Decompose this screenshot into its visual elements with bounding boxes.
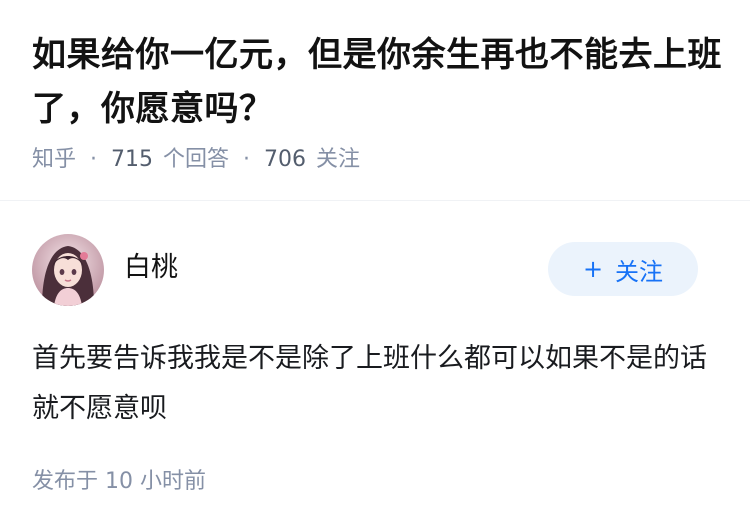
zhihu-question-page: 如果给你一亿元，但是你余生再也不能去上班了，你愿意吗？ 知乎 · 715 个回答… (0, 0, 750, 532)
answer-publish-time: 发布于 10 小时前 (32, 469, 206, 494)
answer-count-label[interactable]: 个回答 (163, 142, 229, 178)
separator-dot: · (243, 147, 251, 172)
answer-author-row: 白桃 + 关注 (32, 234, 718, 306)
plus-icon: + (582, 255, 604, 283)
follow-button-label: 关注 (615, 257, 664, 286)
question-title[interactable]: 如果给你一亿元，但是你余生再也不能去上班了，你愿意吗？ (32, 28, 722, 136)
author-name[interactable]: 白桃 (124, 248, 178, 288)
answer-count: 715 (111, 147, 154, 172)
avatar-illustration-icon (32, 234, 104, 306)
source-label[interactable]: 知乎 (32, 142, 76, 178)
avatar[interactable] (32, 234, 104, 306)
follower-count: 706 (264, 147, 307, 172)
answer-content[interactable]: 首先要告诉我我是不是除了上班什么都可以如果不是的话就不愿意呗 (32, 334, 712, 434)
follower-count-label[interactable]: 关注 (316, 142, 360, 178)
follow-button[interactable]: + 关注 (548, 242, 698, 296)
separator-dot: · (90, 147, 98, 172)
question-meta: 知乎 · 715 个回答 · 706 关注 (32, 142, 360, 178)
section-divider (0, 200, 750, 201)
